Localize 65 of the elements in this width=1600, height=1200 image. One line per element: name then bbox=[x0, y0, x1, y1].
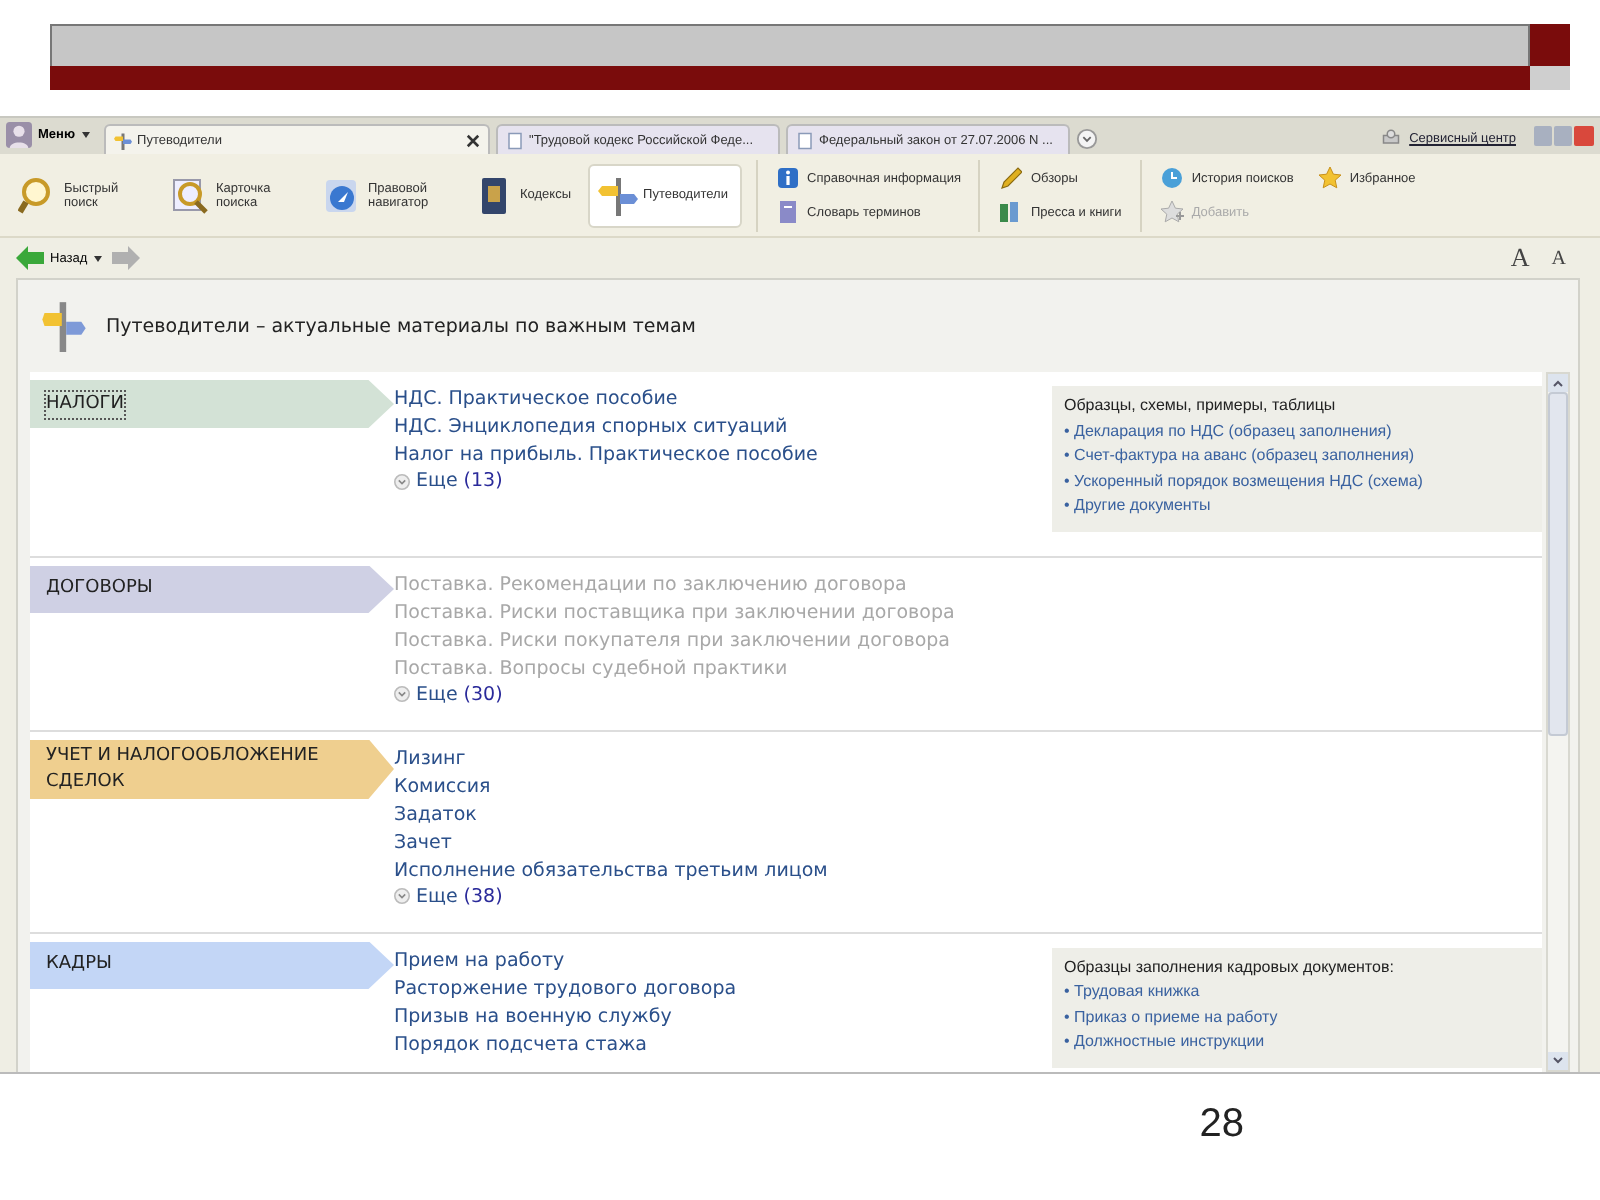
info-icon bbox=[775, 166, 800, 190]
sample-link[interactable]: • Ускоренный порядок возмещения НДС (схема) bbox=[1064, 469, 1530, 494]
guide-link[interactable]: Налог на прибыль. Практическое пособие bbox=[394, 442, 1052, 470]
more-count: (30) bbox=[463, 683, 503, 705]
guide-link[interactable]: Задаток bbox=[394, 801, 1052, 829]
guide-link[interactable]: Зачет bbox=[394, 829, 1052, 857]
scroll-down-icon[interactable] bbox=[1548, 1052, 1568, 1070]
sample-link[interactable]: • Трудовая книжка bbox=[1064, 980, 1530, 1005]
scrollbar-thumb[interactable] bbox=[1548, 392, 1568, 736]
page-number: 28 bbox=[1199, 1102, 1244, 1148]
guide-link[interactable]: Лизинг bbox=[394, 745, 1052, 773]
guide-link[interactable]: Комиссия bbox=[394, 773, 1052, 801]
scroll-up-icon[interactable] bbox=[1548, 374, 1568, 392]
scrollbar[interactable] bbox=[1546, 372, 1570, 1072]
guide-link[interactable]: НДС. Практическое пособие bbox=[394, 386, 1052, 414]
signpost-icon bbox=[597, 175, 638, 215]
more-count: (38) bbox=[463, 885, 503, 907]
samples-heading: Образцы заполнения кадровых документов: bbox=[1064, 955, 1396, 980]
dictionary-icon bbox=[775, 200, 800, 224]
sample-link[interactable]: • Другие документы bbox=[1064, 494, 1530, 519]
expand-icon[interactable] bbox=[394, 473, 410, 489]
more-count: (13) bbox=[463, 470, 503, 492]
sample-link[interactable]: • Приказ о приеме на работу bbox=[1064, 1005, 1530, 1030]
guide-link[interactable]: Порядок подсчета стажа bbox=[394, 1031, 1052, 1059]
font-size-button[interactable]: A bbox=[1504, 242, 1536, 274]
more-link[interactable]: Еще bbox=[416, 885, 458, 907]
signpost-icon bbox=[42, 300, 86, 352]
guide-link[interactable]: Расторжение трудового договора bbox=[394, 975, 1052, 1003]
compass-icon bbox=[322, 175, 362, 215]
avatar-icon bbox=[6, 122, 32, 148]
category-tab[interactable]: НАЛОГИ bbox=[30, 380, 394, 428]
font-size-button[interactable]: A bbox=[1545, 247, 1572, 269]
forward-arrow-icon[interactable] bbox=[111, 246, 140, 270]
guide-link[interactable]: Прием на работу bbox=[394, 947, 1052, 975]
new-tab-icon[interactable] bbox=[1075, 128, 1098, 150]
document-icon bbox=[505, 131, 524, 149]
page-title: Путеводители – актуальные материалы по важным темам bbox=[106, 315, 696, 337]
caret-icon bbox=[93, 255, 102, 261]
sample-link[interactable]: • Декларация по НДС (образец заполнения) bbox=[1064, 419, 1530, 444]
expand-icon[interactable] bbox=[394, 686, 410, 702]
back-arrow-icon bbox=[16, 246, 44, 270]
guide-link[interactable]: НДС. Энциклопедия спорных ситуаций bbox=[394, 414, 1052, 442]
expand-icon[interactable] bbox=[394, 888, 410, 904]
category-tab[interactable]: ДОГОВОРЫ bbox=[30, 565, 394, 613]
books-icon bbox=[998, 200, 1023, 224]
window-controls-icon[interactable] bbox=[1534, 126, 1594, 146]
more-link[interactable]: Еще bbox=[416, 683, 458, 705]
signpost-icon bbox=[113, 131, 132, 149]
category-tab[interactable]: КАДРЫ bbox=[30, 941, 394, 989]
clock-icon bbox=[1159, 166, 1184, 190]
category-tab[interactable]: УЧЕТ И НАЛОГООБЛОЖЕНИЕ СДЕЛОК bbox=[30, 739, 394, 799]
support-icon bbox=[1381, 128, 1400, 146]
caret-icon bbox=[81, 132, 90, 138]
document-icon bbox=[795, 131, 814, 149]
sample-link[interactable]: • Счет-фактура на аванс (образец заполнения) bbox=[1064, 444, 1530, 469]
more-link[interactable]: Еще bbox=[416, 470, 458, 492]
samples-heading: Образцы, схемы, примеры, таблицы bbox=[1064, 394, 1338, 418]
sample-link[interactable]: • Должностные инструкции bbox=[1064, 1030, 1530, 1055]
star-icon bbox=[1317, 166, 1342, 190]
guide-link[interactable]: Исполнение обязательства третьим лицом bbox=[394, 857, 1052, 885]
search-card-icon bbox=[170, 175, 210, 215]
pen-icon bbox=[998, 166, 1023, 190]
star-plus-icon bbox=[1159, 200, 1184, 224]
close-icon[interactable] bbox=[465, 133, 480, 147]
guide-link[interactable]: Призыв на военную службу bbox=[394, 1003, 1052, 1031]
